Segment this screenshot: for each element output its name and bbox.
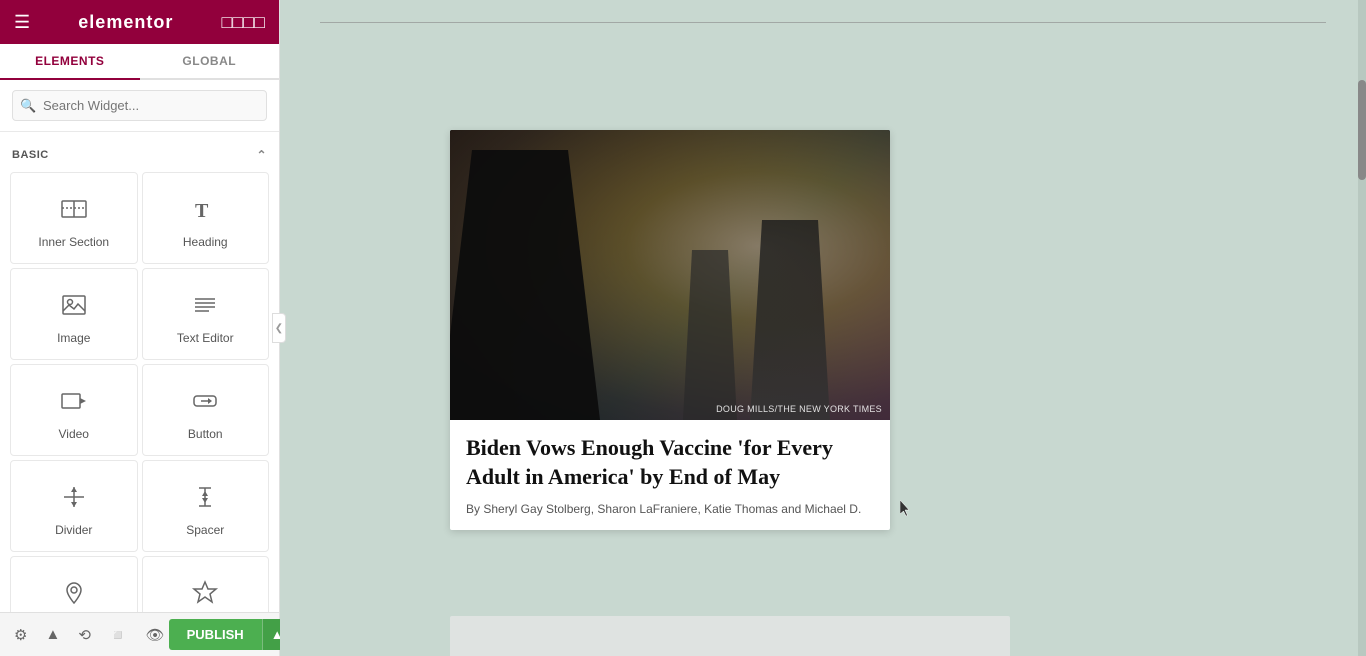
collapse-panel-button[interactable]: ❮ (272, 313, 286, 343)
basic-section-header[interactable]: BASIC ⌃ (0, 140, 279, 170)
heading-icon: T (187, 191, 223, 227)
basic-section-label: BASIC (12, 149, 49, 161)
widget-image-label: Image (57, 331, 90, 345)
search-input[interactable] (12, 90, 267, 121)
widget-text-editor[interactable]: Text Editor (142, 268, 270, 360)
search-container: 🔍 (0, 80, 279, 132)
widgets-area: BASIC ⌃ Inner Section T (0, 132, 279, 612)
video-icon (56, 383, 92, 419)
search-icon: 🔍 (20, 98, 36, 114)
article-title: Biden Vows Enough Vaccine 'for Every Adu… (466, 434, 874, 491)
widget-google-maps[interactable]: Google Maps (10, 556, 138, 612)
widget-heading-label: Heading (183, 235, 228, 249)
icon-icon (187, 575, 223, 611)
article-card: DOUG MILLS/THE NEW YORK TIMES Biden Vows… (450, 130, 890, 530)
toolbar-icons: ⚙ ▲ ⟲ ◽ 👁 (10, 622, 169, 648)
layers-icon[interactable]: ▲ (41, 622, 64, 647)
divider-icon (56, 479, 92, 515)
spacer-icon (187, 479, 223, 515)
article-image: DOUG MILLS/THE NEW YORK TIMES (450, 130, 890, 420)
widget-divider-label: Divider (55, 523, 92, 537)
widget-inner-section[interactable]: Inner Section (10, 172, 138, 264)
right-scrollbar[interactable] (1358, 0, 1366, 656)
inner-section-icon (56, 191, 92, 227)
svg-text:T: T (195, 200, 209, 222)
photo-bg-figure (750, 220, 830, 420)
publish-button[interactable]: PUBLISH (169, 619, 262, 650)
button-icon (187, 383, 223, 419)
widget-button-label: Button (188, 427, 223, 441)
canvas-area: DOUG MILLS/THE NEW YORK TIMES Biden Vows… (280, 0, 1366, 656)
widget-inner-section-label: Inner Section (38, 235, 109, 249)
hamburger-icon[interactable]: ☰ (14, 12, 30, 33)
cursor-pointer (900, 500, 912, 518)
tab-elements[interactable]: ELEMENTS (0, 44, 140, 80)
history-icon[interactable]: ⟲ (74, 622, 95, 648)
publish-area: PUBLISH ▲ (169, 619, 292, 650)
google-maps-icon (56, 575, 92, 611)
widget-spacer-label: Spacer (186, 523, 224, 537)
grid-icon[interactable]: □□□□ (221, 12, 265, 33)
settings-icon[interactable]: ⚙ (10, 622, 31, 648)
article-body: Biden Vows Enough Vaccine 'for Every Adu… (450, 420, 890, 530)
bottom-card (450, 616, 1010, 656)
widget-video-label: Video (59, 427, 89, 441)
top-divider-line (320, 22, 1326, 23)
photo-credit: DOUG MILLS/THE NEW YORK TIMES (716, 404, 882, 414)
panel-header: ☰ elementor □□□□ (0, 0, 279, 44)
widget-button[interactable]: Button (142, 364, 270, 456)
widget-spacer[interactable]: Spacer (142, 460, 270, 552)
article-image-inner (450, 130, 890, 420)
widget-icon[interactable]: Icon (142, 556, 270, 612)
responsive-icon[interactable]: ◽ (105, 622, 132, 648)
article-byline: By Sheryl Gay Stolberg, Sharon LaFranier… (466, 501, 874, 518)
widgets-grid: Inner Section T Heading (0, 170, 279, 612)
panel-tabs: ELEMENTS GLOBAL (0, 44, 279, 80)
text-editor-icon (187, 287, 223, 323)
widget-divider[interactable]: Divider (10, 460, 138, 552)
bottom-toolbar: ⚙ ▲ ⟲ ◽ 👁 PUBLISH ▲ (0, 612, 279, 656)
widget-heading[interactable]: T Heading (142, 172, 270, 264)
image-icon (56, 287, 92, 323)
widget-text-editor-label: Text Editor (177, 331, 234, 345)
elementor-logo: elementor (78, 12, 173, 33)
widget-image[interactable]: Image (10, 268, 138, 360)
widget-video[interactable]: Video (10, 364, 138, 456)
left-panel: ☰ elementor □□□□ ELEMENTS GLOBAL 🔍 BASIC… (0, 0, 280, 656)
tab-global[interactable]: GLOBAL (140, 44, 280, 78)
eye-icon[interactable]: 👁 (142, 622, 169, 648)
chevron-down-icon: ⌃ (256, 148, 267, 162)
scrollbar-thumb[interactable] (1358, 80, 1366, 180)
